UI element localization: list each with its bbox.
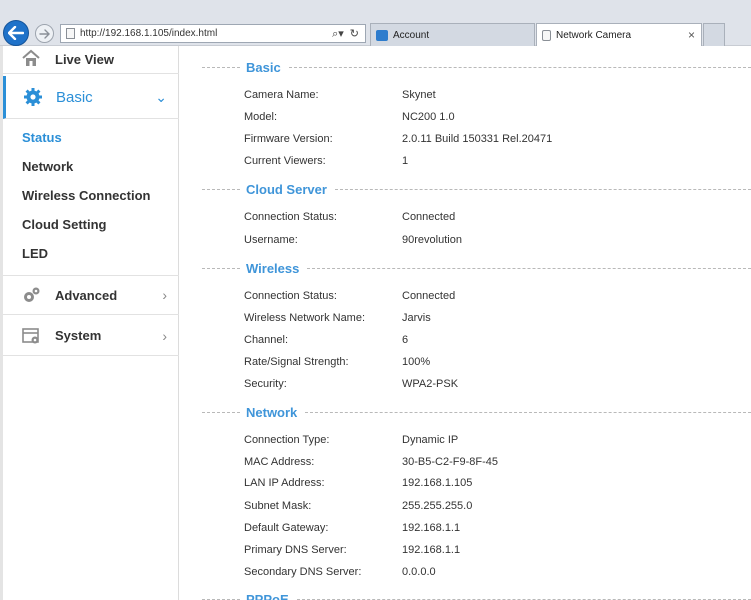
sidebar-item-label: System [55, 328, 102, 343]
home-icon [22, 49, 40, 66]
section-header-basic: Basic [202, 58, 751, 76]
section-header-wireless: Wireless [202, 259, 751, 277]
field-label: Connection Status: [244, 211, 337, 223]
field-value: 192.168.1.105 [402, 477, 473, 489]
field-value: 30-B5-C2-F9-8F-45 [402, 456, 498, 468]
close-tab-icon[interactable]: × [688, 28, 695, 42]
status-panel: Basic Camera Name: Skynet Model: NC200 1… [180, 46, 751, 600]
tp-link-favicon-icon [376, 29, 388, 41]
section-title: Cloud Server [246, 181, 327, 197]
back-button[interactable] [3, 20, 29, 46]
search-icon[interactable]: ⌕▾ [332, 27, 344, 41]
section-title: Wireless [246, 260, 300, 276]
field-label: Subnet Mask: [244, 500, 312, 512]
refresh-icon[interactable]: ↻ [350, 27, 359, 41]
field-label: LAN IP Address: [244, 477, 325, 489]
field-value: Dynamic IP [402, 434, 459, 446]
field-label: Firmware Version: [244, 133, 333, 145]
field-label: Model: [244, 111, 278, 123]
field-value: Connected [402, 211, 456, 223]
sidebar-item-live-view[interactable]: Live View [3, 46, 179, 74]
sidebar-item-label: Basic [56, 88, 93, 106]
field-value: 192.168.1.1 [402, 544, 461, 556]
field-value: 192.168.1.1 [402, 522, 461, 534]
field-value: 90revolution [402, 234, 462, 246]
chevron-down-icon: ⌄ [155, 88, 167, 105]
field-value: Connected [402, 290, 456, 302]
field-value: Skynet [402, 89, 436, 101]
sidebar-subitem-led[interactable]: LED [22, 246, 48, 261]
section-title: PPPoE [246, 591, 289, 600]
field-label: Primary DNS Server: [244, 544, 347, 556]
field-label: Default Gateway: [244, 522, 329, 534]
field-label: Camera Name: [244, 89, 319, 101]
section-header-pppoe: PPPoE [202, 590, 751, 600]
forward-button[interactable] [35, 24, 54, 43]
chevron-right-icon: › [162, 327, 167, 344]
field-label: Wireless Network Name: [244, 312, 366, 324]
field-value: Jarvis [402, 312, 431, 324]
sidebar-item-label: Advanced [55, 287, 118, 303]
field-value: 100% [402, 356, 431, 368]
field-label: Username: [244, 234, 298, 246]
section-header-network: Network [202, 403, 751, 421]
gear-icon [24, 88, 42, 106]
field-label: Channel: [244, 334, 289, 346]
tab-network-camera[interactable]: Network Camera × [536, 23, 702, 46]
field-value: 1 [402, 155, 409, 167]
address-url[interactable]: http://192.168.1.105/index.html [80, 28, 332, 39]
field-value: WPA2-PSK [402, 378, 459, 390]
field-value: 255.255.255.0 [402, 500, 473, 512]
field-value: 2.0.11 Build 150331 Rel.20471 [402, 133, 553, 145]
sidebar-item-label: Live View [55, 52, 115, 67]
chevron-right-icon: › [162, 287, 167, 303]
field-label: Connection Status: [244, 290, 337, 302]
section-title: Basic [246, 59, 281, 75]
address-bar[interactable]: http://192.168.1.105/index.html ⌕▾ ↻ [60, 24, 366, 43]
field-label: Secondary DNS Server: [244, 566, 362, 578]
arrow-left-icon [8, 26, 24, 40]
sidebar-subitem-network[interactable]: Network [22, 159, 73, 174]
sidebar-subitem-wireless-connection[interactable]: Wireless Connection [22, 188, 150, 203]
section-title: Network [246, 404, 298, 420]
browser-toolbar: http://192.168.1.105/index.html ⌕▾ ↻ Acc… [0, 0, 751, 46]
tab-label: Network Camera [556, 29, 632, 41]
tab-account[interactable]: Account [370, 23, 535, 46]
gears-icon [24, 287, 40, 302]
sidebar-item-basic[interactable]: Basic ⌄ [3, 76, 179, 119]
page-icon [542, 29, 551, 41]
new-tab-button[interactable] [703, 23, 725, 46]
sidebar-subitem-status[interactable]: Status [22, 130, 62, 145]
sidebar-item-advanced[interactable]: Advanced › [3, 275, 179, 315]
system-settings-icon [22, 327, 39, 343]
field-label: Current Viewers: [244, 155, 326, 167]
sidebar-subitem-cloud-setting[interactable]: Cloud Setting [22, 217, 107, 232]
field-label: Rate/Signal Strength: [244, 356, 349, 368]
field-label: Security: [244, 378, 287, 390]
sidebar-item-system[interactable]: System › [3, 316, 179, 356]
page-icon [66, 28, 75, 39]
sidebar: Live View Basic ⌄ Status Network Wireles… [0, 46, 179, 600]
field-value: NC200 1.0 [402, 111, 455, 123]
field-value: 6 [402, 334, 409, 346]
section-header-cloud-server: Cloud Server [202, 180, 751, 198]
field-value: 0.0.0.0 [402, 566, 436, 578]
field-label: Connection Type: [244, 434, 330, 446]
field-label: MAC Address: [244, 456, 315, 468]
tab-label: Account [393, 29, 430, 41]
arrow-right-icon [39, 28, 50, 39]
